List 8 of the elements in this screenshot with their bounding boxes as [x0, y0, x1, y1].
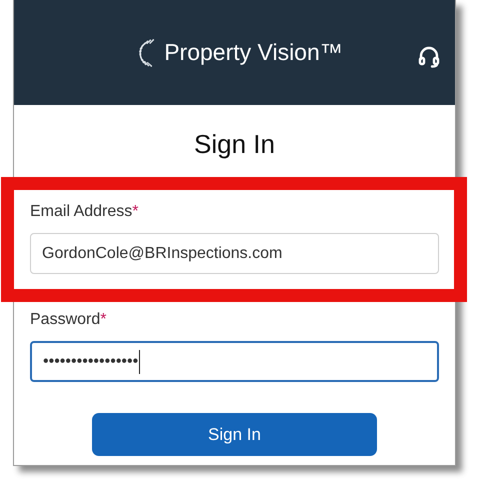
page-title: Sign In: [194, 129, 275, 160]
input-field[interactable]: GordonCole@BRInspections.com: [30, 233, 439, 274]
input-field[interactable]: •••••••••••••••••: [30, 341, 439, 382]
headset-icon[interactable]: [417, 44, 441, 68]
field-label: Password*: [30, 311, 106, 329]
brand-name: Property Vision™: [164, 39, 343, 66]
field-label: Email Address*: [30, 203, 138, 221]
sign-in-button[interactable]: Sign In: [92, 413, 377, 456]
